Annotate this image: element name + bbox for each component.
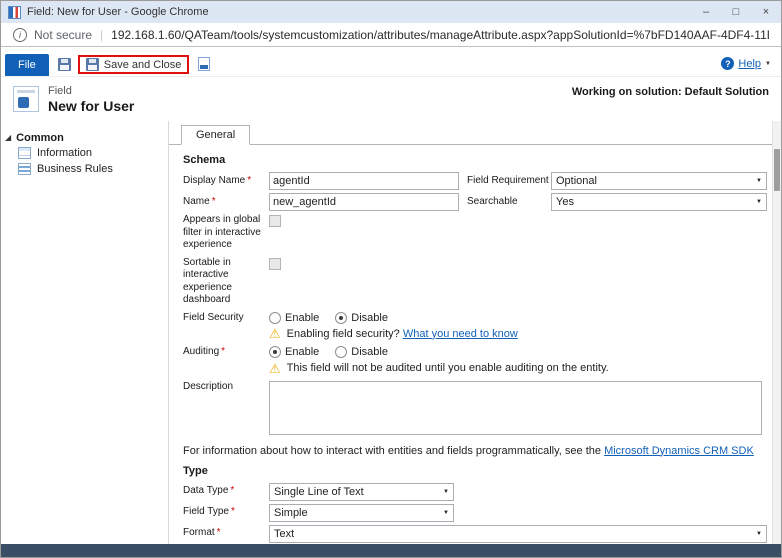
maximize-button[interactable]: □ bbox=[721, 1, 751, 23]
save-icon bbox=[58, 58, 71, 71]
business-rules-icon bbox=[18, 163, 31, 175]
field-security-disable-radio[interactable] bbox=[335, 312, 347, 324]
minimize-button[interactable]: – bbox=[691, 1, 721, 23]
field-requirement-label: Field Requirement* bbox=[467, 175, 551, 188]
save-and-close-button[interactable]: Save and Close bbox=[86, 58, 182, 71]
warning-icon: ⚠ bbox=[269, 362, 281, 375]
caret-down-icon: ▼ bbox=[756, 178, 762, 184]
window-titlebar: Field: New for User - Google Chrome – □ … bbox=[1, 1, 781, 23]
sdk-note: For information about how to interact wi… bbox=[183, 445, 767, 457]
form-content: Schema Display Name* Field Requirement* … bbox=[169, 145, 781, 544]
field-requirement-select[interactable]: Optional ▼ bbox=[551, 172, 767, 190]
searchable-select[interactable]: Yes ▼ bbox=[551, 193, 767, 211]
field-entity-icon bbox=[13, 86, 39, 112]
security-status[interactable]: Not secure bbox=[34, 28, 92, 42]
field-security-enable-radio[interactable] bbox=[269, 312, 281, 324]
field-security-note: ⚠ Enabling field security? What you need… bbox=[269, 327, 767, 340]
help-button[interactable]: ? Help ▼ bbox=[721, 57, 771, 70]
expander-icon: ◢ bbox=[5, 134, 11, 142]
command-toolbar: File Save and Close ? Help ▼ bbox=[1, 47, 781, 77]
searchable-label: Searchable bbox=[467, 196, 551, 209]
auditing-enable-radio[interactable] bbox=[269, 346, 281, 358]
data-type-select[interactable]: Single Line of Text ▼ bbox=[269, 483, 454, 501]
global-filter-row: Appears in global filter in interactive … bbox=[183, 214, 767, 252]
display-name-row: Display Name* Field Requirement* Optiona… bbox=[183, 172, 767, 190]
sidebar-item-label: Business Rules bbox=[37, 163, 113, 175]
vertical-scrollbar[interactable] bbox=[772, 121, 781, 544]
name-label: Name* bbox=[183, 196, 269, 209]
address-bar: i Not secure | 192.168.1.60/QATeam/tools… bbox=[1, 23, 781, 47]
save-button[interactable] bbox=[58, 58, 71, 71]
auditing-label: Auditing* bbox=[183, 346, 269, 359]
address-separator: | bbox=[100, 28, 103, 42]
format-select[interactable]: Text ▼ bbox=[269, 525, 767, 543]
sidebar-item-label: Information bbox=[37, 147, 92, 159]
sidebar-nav: ◢ Common Information Business Rules bbox=[1, 121, 169, 544]
entity-type-label: Field bbox=[48, 85, 134, 97]
close-button[interactable]: × bbox=[751, 1, 781, 23]
caret-down-icon: ▼ bbox=[443, 510, 449, 516]
window-title: Field: New for User - Google Chrome bbox=[27, 6, 691, 18]
info-icon[interactable]: i bbox=[13, 28, 27, 42]
field-type-select[interactable]: Simple ▼ bbox=[269, 504, 454, 522]
sidebar-item-business-rules[interactable]: Business Rules bbox=[1, 161, 168, 177]
format-row: Format* Text ▼ bbox=[183, 525, 767, 543]
tab-strip: General bbox=[169, 122, 781, 145]
caret-down-icon: ▼ bbox=[756, 531, 762, 537]
field-security-learn-link[interactable]: What you need to know bbox=[403, 328, 518, 340]
file-button[interactable]: File bbox=[5, 54, 49, 76]
data-type-label: Data Type* bbox=[183, 485, 269, 498]
auditing-note: ⚠ This field will not be audited until y… bbox=[269, 362, 767, 375]
sortable-checkbox[interactable] bbox=[269, 258, 281, 270]
sidebar-item-information[interactable]: Information bbox=[1, 145, 168, 161]
browser-window: Field: New for User - Google Chrome – □ … bbox=[0, 0, 782, 558]
caret-down-icon: ▼ bbox=[443, 489, 449, 495]
save-and-close-icon bbox=[86, 58, 99, 71]
auditing-row: Auditing* Enable Disable bbox=[183, 346, 767, 359]
data-type-row: Data Type* Single Line of Text ▼ bbox=[183, 483, 767, 501]
description-label: Description bbox=[183, 381, 269, 394]
field-type-label: Field Type* bbox=[183, 506, 269, 519]
save-and-new-button[interactable] bbox=[198, 57, 210, 71]
save-and-new-icon bbox=[198, 57, 210, 71]
help-icon: ? bbox=[721, 57, 734, 70]
type-section-header: Type bbox=[183, 465, 767, 477]
format-label: Format* bbox=[183, 527, 269, 540]
global-filter-label: Appears in global filter in interactive … bbox=[183, 214, 269, 252]
tab-general[interactable]: General bbox=[181, 125, 250, 145]
page-title: New for User bbox=[48, 98, 134, 114]
sortable-row: Sortable in interactive experience dashb… bbox=[183, 257, 767, 307]
field-type-row: Field Type* Simple ▼ bbox=[183, 504, 767, 522]
name-row: Name* Searchable Yes ▼ bbox=[183, 193, 767, 211]
working-on-solution: Working on solution: Default Solution bbox=[572, 86, 769, 98]
name-input[interactable] bbox=[269, 193, 459, 211]
footer-bar bbox=[1, 544, 781, 557]
main-panel: General Schema Display Name* Field Requi… bbox=[169, 121, 781, 544]
help-label: Help bbox=[738, 58, 761, 70]
global-filter-checkbox[interactable] bbox=[269, 215, 281, 227]
display-name-label: Display Name* bbox=[183, 175, 269, 188]
display-name-input[interactable] bbox=[269, 172, 459, 190]
auditing-disable-radio[interactable] bbox=[335, 346, 347, 358]
warning-icon: ⚠ bbox=[269, 327, 281, 340]
save-and-close-label: Save and Close bbox=[104, 59, 182, 71]
annotation-highlight-box: Save and Close bbox=[78, 55, 190, 74]
field-security-row: Field Security Enable Disable bbox=[183, 312, 767, 325]
sidebar-group-label: Common bbox=[16, 132, 64, 144]
sidebar-group-common[interactable]: ◢ Common bbox=[1, 131, 168, 145]
sdk-link[interactable]: Microsoft Dynamics CRM SDK bbox=[604, 445, 754, 457]
sortable-label: Sortable in interactive experience dashb… bbox=[183, 257, 269, 307]
information-icon bbox=[18, 147, 31, 159]
url-text[interactable]: 192.168.1.60/QATeam/tools/systemcustomiz… bbox=[111, 28, 769, 42]
dynamics-favicon-icon bbox=[8, 6, 21, 19]
field-security-label: Field Security bbox=[183, 312, 269, 325]
scrollbar-thumb[interactable] bbox=[774, 149, 780, 191]
page-header: Field New for User Working on solution: … bbox=[1, 77, 781, 121]
chevron-down-icon: ▼ bbox=[765, 61, 771, 67]
description-textarea[interactable] bbox=[269, 381, 762, 435]
description-row: Description bbox=[183, 381, 767, 435]
caret-down-icon: ▼ bbox=[756, 199, 762, 205]
schema-section-header: Schema bbox=[183, 154, 767, 166]
